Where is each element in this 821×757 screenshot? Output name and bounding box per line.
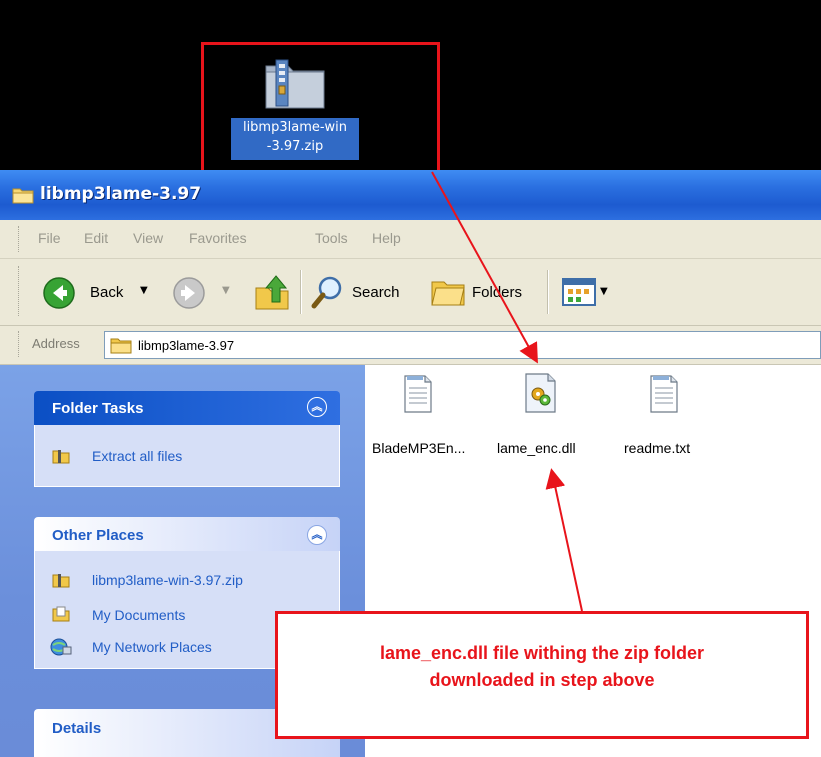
forward-arrow-icon[interactable] (172, 276, 206, 314)
text-document-icon[interactable] (403, 374, 433, 418)
zip-folder-icon (52, 449, 70, 464)
text-document-icon[interactable] (649, 374, 679, 418)
dll-file-icon[interactable] (524, 372, 558, 418)
callout-line2: downloaded in step above (429, 670, 655, 690)
my-documents-link[interactable]: My Documents (92, 607, 185, 623)
up-folder-icon[interactable] (252, 272, 292, 316)
callout-line1: lame_enc.dll file withing the zip folder (379, 643, 705, 663)
window-title: libmp3lame-3.97 (40, 184, 202, 204)
menu-bar (0, 220, 821, 259)
zip-folder-icon (52, 573, 70, 588)
zip-highlight-box (201, 42, 440, 175)
collapse-chevron-icon[interactable]: ︽ (307, 525, 327, 545)
file-lame-enc-dll-label[interactable]: lame_enc.dll (497, 440, 576, 456)
toolbar-separator (300, 270, 302, 314)
folder-tasks-panel (34, 425, 340, 487)
menu-file[interactable]: File (38, 230, 61, 246)
zip-place-link[interactable]: libmp3lame-win-3.97.zip (92, 572, 243, 588)
menu-favorites[interactable]: Favorites (189, 230, 247, 246)
folders-icon[interactable] (430, 276, 466, 312)
folder-icon (110, 336, 132, 358)
address-value: libmp3lame-3.97 (138, 338, 235, 353)
folder-tasks-title: Folder Tasks (52, 400, 144, 417)
toolbar-grip (18, 266, 22, 316)
other-places-title: Other Places (52, 527, 144, 544)
back-button[interactable]: Back (90, 284, 123, 301)
collapse-chevron-icon[interactable]: ︽ (307, 397, 327, 417)
address-label: Address (32, 336, 80, 351)
menu-grip (18, 226, 22, 252)
menu-edit[interactable]: Edit (84, 230, 108, 246)
my-documents-icon (52, 606, 70, 622)
details-title: Details (52, 720, 102, 737)
network-places-icon (50, 638, 72, 656)
views-icon[interactable] (562, 278, 596, 310)
extract-all-files-link[interactable]: Extract all files (92, 448, 182, 464)
folder-icon (12, 186, 34, 204)
menu-tools[interactable]: Tools (315, 230, 348, 246)
menu-view[interactable]: View (133, 230, 163, 246)
address-grip (18, 331, 22, 357)
folders-button[interactable]: Folders (472, 284, 522, 301)
back-dropdown-icon[interactable]: ▼ (140, 285, 148, 296)
search-icon[interactable] (310, 274, 346, 314)
my-network-places-link[interactable]: My Network Places (92, 639, 212, 655)
forward-dropdown-icon[interactable]: ▼ (222, 285, 230, 296)
search-button[interactable]: Search (352, 284, 400, 301)
toolbar-separator (547, 270, 549, 314)
file-readme-label[interactable]: readme.txt (624, 440, 690, 456)
views-dropdown-icon[interactable]: ▼ (600, 286, 608, 297)
back-arrow-icon[interactable] (42, 276, 76, 314)
file-blademp3-label[interactable]: BladeMP3En... (372, 440, 465, 456)
menu-help[interactable]: Help (372, 230, 401, 246)
annotation-callout-text: lame_enc.dll file withing the zip folder… (275, 640, 809, 694)
